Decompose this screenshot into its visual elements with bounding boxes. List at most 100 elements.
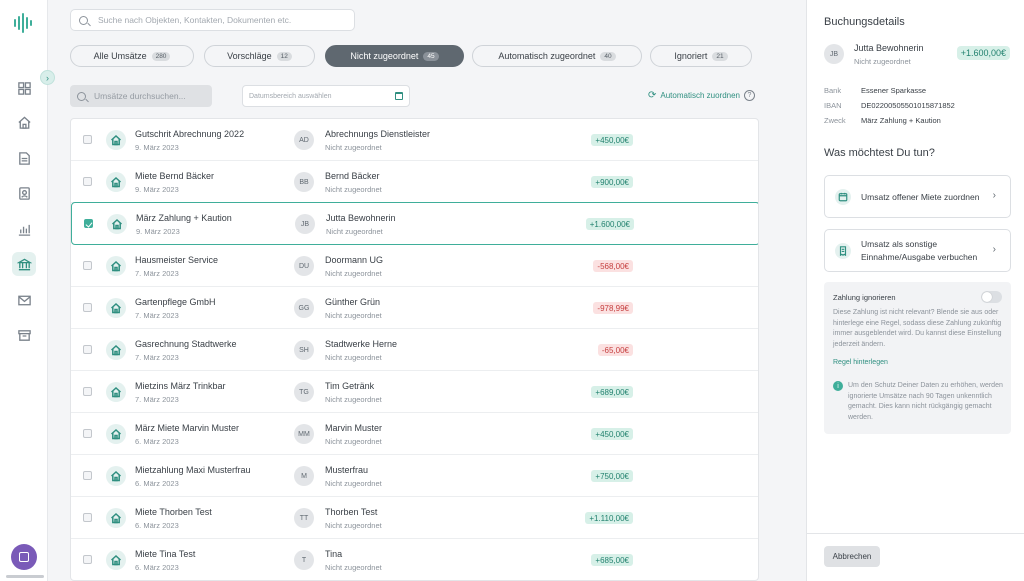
transaction-date: 7. März 2023 [135, 353, 179, 362]
tab-count: 12 [276, 51, 292, 61]
transaction-search[interactable] [70, 85, 212, 107]
row-checkbox[interactable] [83, 471, 92, 480]
table-row[interactable]: Gasrechnung Stadtwerke 7. März 2023 SH Stad… [71, 329, 758, 371]
table-row[interactable]: März Miete Marvin Muster 6. März 2023 MM Ma… [71, 413, 758, 455]
transaction-title: März Zahlung + Kaution [136, 213, 232, 223]
row-checkbox[interactable] [83, 555, 92, 564]
mail-icon[interactable] [12, 288, 36, 312]
amount-badge: +689,00€ [591, 386, 633, 398]
row-checkbox[interactable] [83, 429, 92, 438]
contacts-icon[interactable] [12, 181, 36, 205]
avatar: MM [294, 424, 314, 444]
table-row[interactable]: Gutschrit Abrechnung 2022 9. März 2023 AD A… [71, 119, 758, 161]
info-icon: i [833, 381, 843, 391]
tab-ignored[interactable]: Ignoriert 21 [650, 45, 752, 67]
table-row[interactable]: März Zahlung + Kaution 9. März 2023 JB Jutt… [71, 202, 758, 245]
auto-assign-label: Automatisch zuordnen [660, 91, 740, 100]
chat-icon [19, 552, 29, 562]
contact-status: Nicht zugeordnet [326, 227, 383, 236]
documents-icon[interactable] [12, 146, 36, 170]
table-row[interactable]: Miete Tina Test 6. März 2023 T Tina Nicht zu… [71, 539, 758, 580]
date-range-input[interactable]: Datumsbereich auswählen [242, 85, 410, 107]
table-row[interactable]: Miete Thorben Test 6. März 2023 TT Thorben … [71, 497, 758, 539]
transaction-title: Gartenpflege GmbH [135, 297, 216, 307]
amount-badge: +1.600,00€ [956, 46, 1010, 60]
contact-status: Nicht zugeordnet [325, 311, 382, 320]
row-checkbox[interactable] [84, 219, 93, 228]
booking-details-panel: Buchungsdetails JB Jutta Bewohnerin Nich… [806, 0, 1024, 581]
contact-status: Nicht zugeordnet [325, 395, 382, 404]
global-search-input[interactable] [98, 15, 338, 25]
contact-name: Bernd Bäcker [325, 171, 380, 181]
table-row[interactable]: Mietzahlung Maxi Musterfrau 6. März 2023 M… [71, 455, 758, 497]
tab-count: 45 [423, 51, 439, 61]
row-checkbox[interactable] [83, 135, 92, 144]
auto-assign-button[interactable]: ⟳ Automatisch zuordnen ? [648, 90, 755, 101]
row-checkbox[interactable] [83, 177, 92, 186]
transaction-title: Gutschrit Abrechnung 2022 [135, 129, 245, 139]
main-content: Alle Umsätze 280 Vorschläge 12 Nicht zugeo… [48, 0, 806, 581]
transaction-date: 9. März 2023 [135, 143, 179, 152]
row-checkbox[interactable] [83, 303, 92, 312]
contact-name: Stadtwerke Herne [325, 339, 398, 349]
assign-rent-button[interactable]: Umsatz offener Miete zuordnen › [824, 175, 1011, 218]
search-icon [79, 15, 88, 25]
contact-status: Nicht zugeordnet [325, 563, 382, 572]
amount-badge: -978,99€ [593, 302, 633, 314]
table-row[interactable]: Gartenpflege GmbH 7. März 2023 GG Günther G… [71, 287, 758, 329]
add-rule-link[interactable]: Regel hinterlegen [833, 359, 888, 366]
dashboard-icon[interactable] [12, 76, 36, 100]
tab-auto-assigned[interactable]: Automatisch zugeordnet 40 [472, 45, 642, 67]
house-icon [106, 172, 126, 192]
tab-label: Alle Umsätze [93, 51, 147, 61]
avatar: GG [294, 298, 314, 318]
global-search[interactable] [70, 9, 355, 31]
ignore-toggle[interactable] [981, 291, 1002, 303]
contact-name: Jutta Bewohnerin [326, 213, 396, 223]
row-checkbox[interactable] [83, 261, 92, 270]
reports-icon[interactable] [12, 217, 36, 241]
bank-icon[interactable] [12, 252, 36, 276]
tab-unassigned[interactable]: Nicht zugeordnet 45 [325, 45, 464, 67]
avatar: TT [294, 508, 314, 528]
row-checkbox[interactable] [83, 387, 92, 396]
home-icon[interactable] [12, 110, 36, 134]
amount-badge: +1.110,00€ [585, 512, 633, 524]
contact-name: Marvin Muster [325, 423, 383, 433]
help-icon[interactable]: ? [744, 90, 755, 101]
archive-icon[interactable] [12, 323, 36, 347]
chevron-right-icon: › [992, 190, 996, 201]
app-logo[interactable] [14, 12, 34, 34]
privacy-note: Um den Schutz Deiner Daten zu erhöhen, w… [848, 382, 1003, 421]
transaction-title: Gasrechnung Stadtwerke [135, 339, 237, 349]
contact-name: Doormann UG [325, 255, 384, 265]
book-other-button[interactable]: Umsatz als sonstige Einnahme/Ausgabe ver… [824, 229, 1011, 272]
transaction-search-input[interactable] [94, 91, 209, 101]
transaction-date: 9. März 2023 [135, 185, 179, 194]
house-icon [106, 550, 126, 570]
avatar: T [294, 550, 314, 570]
table-row[interactable]: Hausmeister Service 7. März 2023 DU Doorman… [71, 245, 758, 287]
house-icon [106, 424, 126, 444]
sidebar-collapse-button[interactable]: › [40, 70, 55, 85]
chat-button[interactable] [11, 544, 37, 570]
contact-status: Nicht zugeordnet [325, 143, 382, 152]
amount-badge: -568,00€ [593, 260, 633, 272]
row-checkbox[interactable] [83, 513, 92, 522]
tab-suggestions[interactable]: Vorschläge 12 [204, 45, 315, 67]
contact-name: Günther Grün [325, 297, 381, 307]
table-row[interactable]: Miete Bernd Bäcker 9. März 2023 BB Bernd Bä… [71, 161, 758, 203]
amount-badge: +900,00€ [591, 176, 633, 188]
contact-name: Thorben Test [325, 507, 378, 517]
cancel-button[interactable]: Abbrechen [824, 546, 880, 567]
row-checkbox[interactable] [83, 345, 92, 354]
table-row[interactable]: Mietzins März Trinkbar 7. März 2023 TG Tim … [71, 371, 758, 413]
avatar: M [294, 466, 314, 486]
transaction-title: Miete Bernd Bäcker [135, 171, 215, 181]
sidebar-scrollbar[interactable] [6, 575, 44, 578]
calendar-icon [395, 92, 403, 100]
house-icon [106, 508, 126, 528]
tab-count: 280 [151, 51, 171, 61]
tab-all[interactable]: Alle Umsätze 280 [70, 45, 194, 67]
panel-title: Buchungsdetails [824, 16, 905, 28]
